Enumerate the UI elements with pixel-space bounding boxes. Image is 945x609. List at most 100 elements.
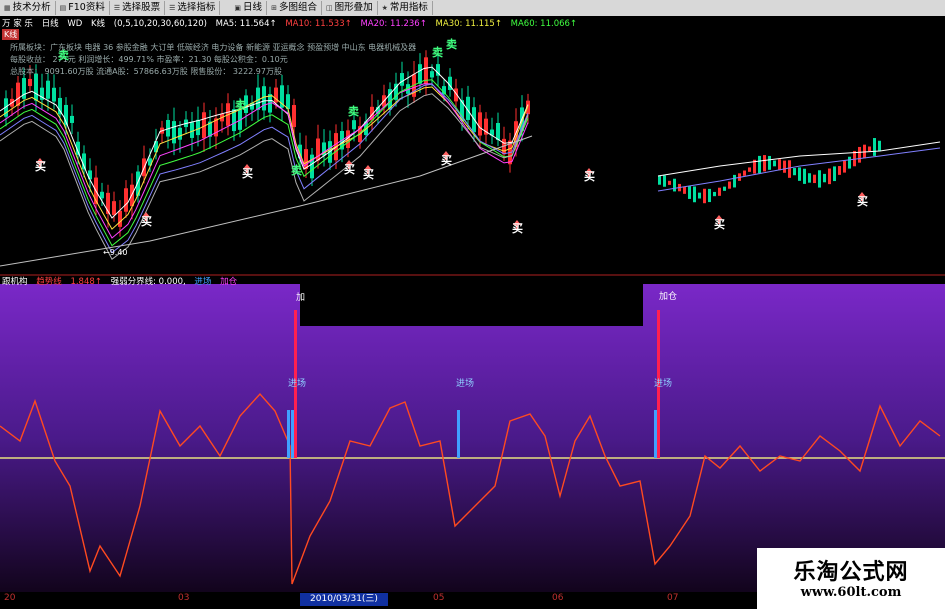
watermark: 乐淘公式网 www.60lt.com [757,548,945,609]
candle [828,168,831,185]
entry-legend: 进场 [194,277,212,287]
overlay-button[interactable]: ◫ 图形叠加 [322,1,378,15]
daily-period-button[interactable]: ▣ 日线 [230,1,268,15]
date-tick: 06 [552,593,564,603]
stock-chart[interactable] [0,16,945,592]
ma-params: (0,5,10,20,30,60,120) [113,19,207,29]
candle [172,121,176,144]
entry-signal-label: 进场 [456,379,475,389]
candle [496,122,500,140]
stock-info-line3: 总股本： 9091.60万股 流通A股：57866.63万股 限售股份： 322… [10,67,282,76]
buy-mark: 买 [344,163,355,176]
candle [803,168,806,184]
toolbar: ▦ 技术分析 ▤ F10资料 ☰ 选择股票 ☰ 选择指标 ▣ 日线 ⊞ 多图组合 ◫ 图形叠加… [0,0,945,17]
candle [693,186,696,203]
doc-icon: ▤ [59,4,67,12]
candle [16,82,20,106]
indicator-background [0,284,945,592]
candle [758,155,761,174]
candle [848,156,851,169]
candle [823,173,826,183]
low-price-label: ←9.40 [103,248,128,257]
candle [100,191,104,199]
candle [708,188,711,203]
candle [178,127,182,140]
buy-mark: 买 [35,160,46,173]
buy-mark: 买 [242,167,253,180]
candle [70,115,74,123]
watermark-url: www.60lt.com [800,585,902,600]
sell-mark: 卖 [446,38,457,51]
add-legend: 加仓 [220,277,238,287]
mode-label: WD [67,19,83,29]
chart-header: 万 家 乐 日线 WD K线 (0,5,10,20,30,60,120) MA5… [2,17,583,29]
candle [858,146,861,163]
date-tick: 20 [4,593,16,603]
candle [352,120,356,130]
multi-chart-button[interactable]: ⊞ 多图组合 [267,1,322,15]
stock-info-line1: 所属板块：广东板块 电器 36 参股金融 大订单 低碳经济 电力设备 新能源 亚… [10,43,417,52]
candle [728,181,731,189]
buy-mark: 买 [714,218,725,231]
date-tick: 07 [667,593,679,603]
candle [196,119,200,136]
ma20-value: MA20: 11.236↑ [360,19,427,29]
candle [668,180,671,185]
list-icon: ☰ [169,4,176,12]
candle [698,192,701,199]
candle [808,173,811,183]
ma60-value: MA60: 11.066↑ [510,19,578,29]
candle [683,186,686,194]
entry-signal-label: 进场 [654,379,673,389]
candle [118,210,122,227]
candle [718,187,721,196]
ma30-value: MA30: 11.115↑ [435,19,502,29]
select-stock-button[interactable]: ☰ 选择股票 [110,1,166,15]
candle [28,78,32,87]
candle [868,146,871,152]
sell-mark: 卖 [432,46,443,59]
watermark-name: 乐淘公式网 [793,560,909,585]
trend-line-value: 1.848↑ [70,277,102,287]
tech-analysis-button[interactable]: ▦ 技术分析 [0,1,56,15]
common-indicators-button[interactable]: ★ 常用指标 [378,1,433,15]
candle [748,167,751,172]
candle [713,191,716,197]
candle [773,160,776,167]
chart-icon: ▦ [4,4,11,12]
candle [783,160,786,173]
kline-tag: K线 [2,29,20,40]
candle [58,97,62,115]
date-tick: 05 [433,593,445,603]
candle [658,175,661,185]
f10-button[interactable]: ▤ F10资料 [56,1,110,15]
indicator-name: 跟机构 [2,277,28,287]
buy-mark: 买 [584,170,595,183]
candle [788,160,791,178]
sell-mark: 卖 [291,164,302,177]
trend-line-name: 趋势线 [36,277,62,287]
sell-mark: 卖 [235,99,246,112]
indicator-panel[interactable] [0,284,945,592]
select-indicator-button[interactable]: ☰ 选择指标 [165,1,221,15]
candle [878,140,881,152]
star-icon: ★ [381,4,388,12]
entry-signal-bar [654,410,657,458]
candle [703,188,706,204]
buy-mark: 买 [363,168,374,181]
candle [768,155,771,170]
period-label: 日线 [41,19,59,29]
add-signal-label: 加仓 [659,292,678,302]
indicator-header: 跟机构 趋势线 1.848↑ 强弱分界线: 0.000, 进场 加仓 [2,275,243,287]
kline-label: K线 [90,19,106,29]
candle [838,166,841,175]
candle [873,138,876,156]
calendar-icon: ▣ [234,4,242,12]
threshold-label: 强弱分界线: 0.000, [110,277,186,287]
grid-icon: ⊞ [271,4,277,12]
candle [673,178,676,192]
candle [688,186,691,199]
ma5-value: MA5: 11.564↑ [215,19,277,29]
stock-info-line2: 每股收益： 271元 利润增长：499.71% 市盈率：21.30 每股公积金：… [10,55,288,64]
candle [793,168,796,176]
